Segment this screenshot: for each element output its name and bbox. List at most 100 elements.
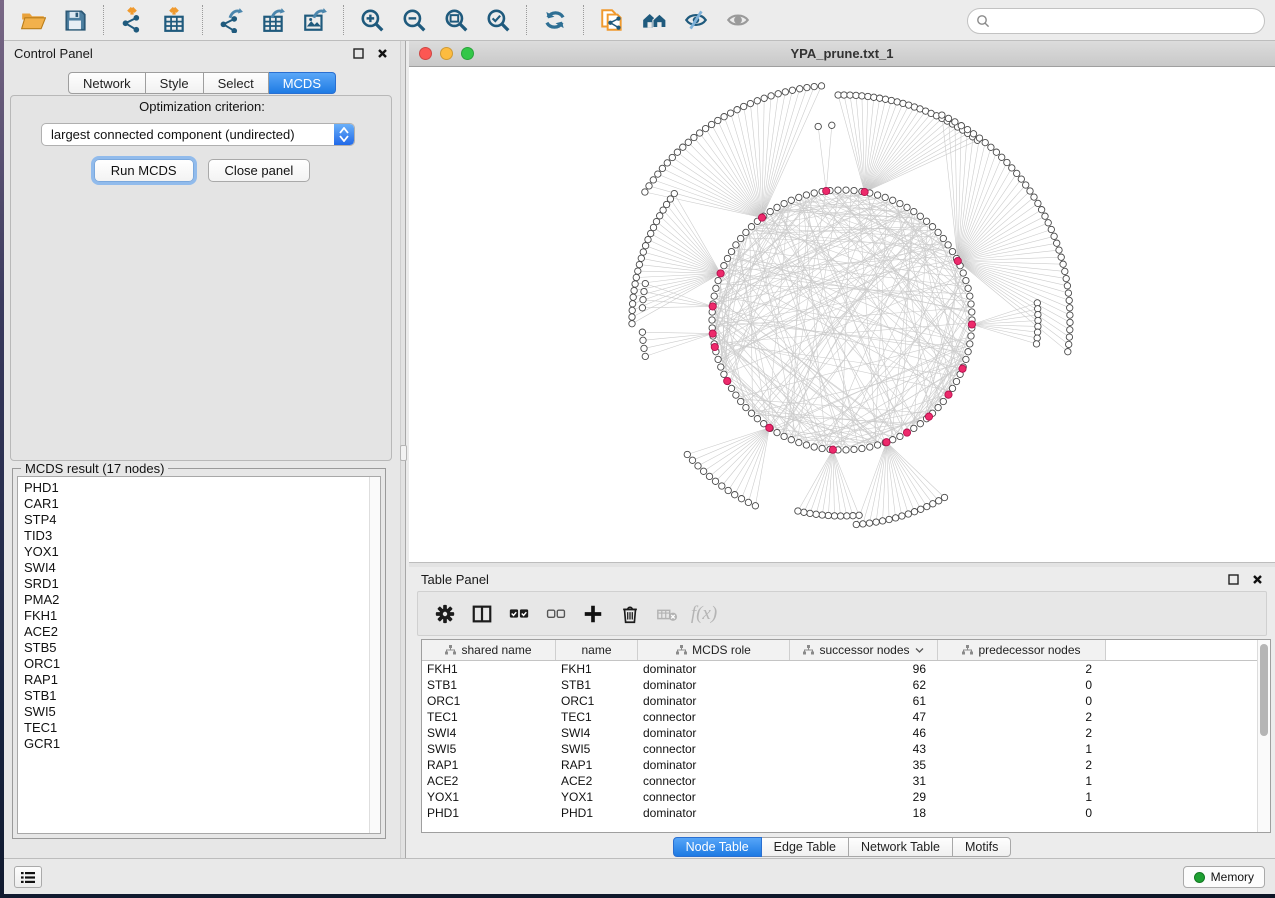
close-table-panel-icon[interactable] xyxy=(1249,572,1265,586)
table-row[interactable]: TEC1TEC1connector472 xyxy=(422,709,1257,725)
refresh-button[interactable] xyxy=(538,4,572,36)
column-header-shared-name[interactable]: shared name xyxy=(422,640,556,660)
table-cell: 2 xyxy=(938,758,1106,772)
control-panel: Control Panel NetworkStyleSelectMCDS Opt… xyxy=(4,41,400,858)
mcds-result-item[interactable]: PMA2 xyxy=(18,592,380,608)
export-network-button[interactable] xyxy=(214,4,248,36)
memory-button[interactable]: Memory xyxy=(1183,866,1265,888)
table-row[interactable]: RAP1RAP1dominator352 xyxy=(422,757,1257,773)
table-scrollbar[interactable] xyxy=(1257,640,1270,832)
toolbar-separator xyxy=(583,5,584,35)
mcds-result-title: MCDS result (17 nodes) xyxy=(21,461,168,476)
zoom-out-button[interactable] xyxy=(397,4,431,36)
memory-status-icon xyxy=(1194,872,1205,883)
table-row[interactable]: SWI5SWI5connector431 xyxy=(422,741,1257,757)
control-panel-tabs: NetworkStyleSelectMCDS xyxy=(4,72,400,94)
export-table-button[interactable] xyxy=(256,4,290,36)
add-column-button[interactable] xyxy=(578,599,608,629)
table-cell: 18 xyxy=(790,806,938,820)
search-input[interactable] xyxy=(990,11,1264,31)
column-label: name xyxy=(581,643,611,657)
column-header-successor-nodes[interactable]: successor nodes xyxy=(790,640,938,660)
tab-edge-table[interactable]: Edge Table xyxy=(762,837,849,857)
home-pair-button[interactable] xyxy=(637,4,671,36)
table-row[interactable]: STB1STB1dominator620 xyxy=(422,677,1257,693)
column-header-MCDS-role[interactable]: MCDS role xyxy=(638,640,790,660)
import-network-icon xyxy=(119,7,145,33)
column-header-name[interactable]: name xyxy=(556,640,638,660)
table-row[interactable]: YOX1YOX1connector291 xyxy=(422,789,1257,805)
zoom-selected-button[interactable] xyxy=(481,4,515,36)
split-panes-button[interactable] xyxy=(467,599,497,629)
close-panel-button[interactable]: Close panel xyxy=(208,159,311,182)
float-panel-icon[interactable] xyxy=(350,46,366,60)
table-panel-title: Table Panel xyxy=(421,572,489,587)
table-cell: TEC1 xyxy=(422,710,556,724)
mcds-result-item[interactable]: ORC1 xyxy=(18,656,380,672)
search-field[interactable] xyxy=(967,8,1265,34)
toolbar-separator xyxy=(202,5,203,35)
network-window-titlebar[interactable]: YPA_prune.txt_1 xyxy=(409,41,1275,67)
mcds-result-item[interactable]: TID3 xyxy=(18,528,380,544)
network-canvas[interactable] xyxy=(409,67,1275,562)
eye-disabled-button[interactable] xyxy=(721,4,755,36)
table-row[interactable]: SWI4SWI4dominator462 xyxy=(422,725,1257,741)
table-cell: STB1 xyxy=(422,678,556,692)
attribute-type-icon xyxy=(676,645,687,655)
hide-panel-button[interactable] xyxy=(679,4,713,36)
deselect-all-button[interactable] xyxy=(541,599,571,629)
float-table-panel-icon[interactable] xyxy=(1225,572,1241,586)
open-file-button[interactable] xyxy=(16,4,50,36)
run-mcds-button[interactable]: Run MCDS xyxy=(94,159,194,182)
table-cell: 0 xyxy=(938,678,1106,692)
mcds-result-item[interactable]: SRD1 xyxy=(18,576,380,592)
mcds-result-item[interactable]: STB1 xyxy=(18,688,380,704)
mcds-result-item[interactable]: FKH1 xyxy=(18,608,380,624)
tab-network[interactable]: Network xyxy=(68,72,146,94)
task-history-button[interactable] xyxy=(14,866,42,888)
column-header-predecessor-nodes[interactable]: predecessor nodes xyxy=(938,640,1106,660)
duplicate-network-button[interactable] xyxy=(595,4,629,36)
mcds-result-item[interactable]: CAR1 xyxy=(18,496,380,512)
tab-style[interactable]: Style xyxy=(146,72,204,94)
mcds-result-item[interactable]: PHD1 xyxy=(18,480,380,496)
tab-node-table[interactable]: Node Table xyxy=(673,837,762,857)
import-network-button[interactable] xyxy=(115,4,149,36)
table-row[interactable]: ORC1ORC1dominator610 xyxy=(422,693,1257,709)
tab-motifs[interactable]: Motifs xyxy=(953,837,1011,857)
save-session-button[interactable] xyxy=(58,4,92,36)
export-image-button[interactable] xyxy=(298,4,332,36)
tab-select[interactable]: Select xyxy=(204,72,269,94)
mcds-result-list[interactable]: PHD1CAR1STP4TID3YOX1SWI4SRD1PMA2FKH1ACE2… xyxy=(17,476,381,834)
table-row[interactable]: ACE2ACE2connector311 xyxy=(422,773,1257,789)
table-row[interactable]: FKH1FKH1dominator962 xyxy=(422,661,1257,677)
table-panel: Table Panel f(x) shared namenameMCDS rol… xyxy=(409,567,1275,858)
mcds-tab-content xyxy=(10,95,392,461)
zoom-in-button[interactable] xyxy=(355,4,389,36)
tab-network-table[interactable]: Network Table xyxy=(849,837,953,857)
mcds-result-item[interactable]: GCR1 xyxy=(18,736,380,752)
optimization-criterion-select[interactable]: largest connected component (undirected) xyxy=(41,123,355,146)
select-all-button[interactable] xyxy=(504,599,534,629)
import-table-button[interactable] xyxy=(157,4,191,36)
close-panel-icon[interactable] xyxy=(374,46,390,60)
mcds-result-item[interactable]: YOX1 xyxy=(18,544,380,560)
mcds-result-item[interactable]: ACE2 xyxy=(18,624,380,640)
mcds-result-item[interactable]: SWI4 xyxy=(18,560,380,576)
gear-button[interactable] xyxy=(430,599,460,629)
table-scrollbar-thumb[interactable] xyxy=(1260,644,1268,736)
table-cell: 96 xyxy=(790,662,938,676)
mcds-result-item[interactable]: RAP1 xyxy=(18,672,380,688)
mcds-result-item[interactable]: STP4 xyxy=(18,512,380,528)
table-cell: 46 xyxy=(790,726,938,740)
result-list-scrollbar[interactable] xyxy=(369,477,380,833)
table-row[interactable]: PHD1PHD1dominator180 xyxy=(422,805,1257,821)
table-cell: dominator xyxy=(638,694,790,708)
mcds-result-item[interactable]: TEC1 xyxy=(18,720,380,736)
table-cell: 62 xyxy=(790,678,938,692)
zoom-fit-button[interactable] xyxy=(439,4,473,36)
delete-column-button[interactable] xyxy=(615,599,645,629)
tab-mcds[interactable]: MCDS xyxy=(269,72,336,94)
mcds-result-item[interactable]: SWI5 xyxy=(18,704,380,720)
mcds-result-item[interactable]: STB5 xyxy=(18,640,380,656)
